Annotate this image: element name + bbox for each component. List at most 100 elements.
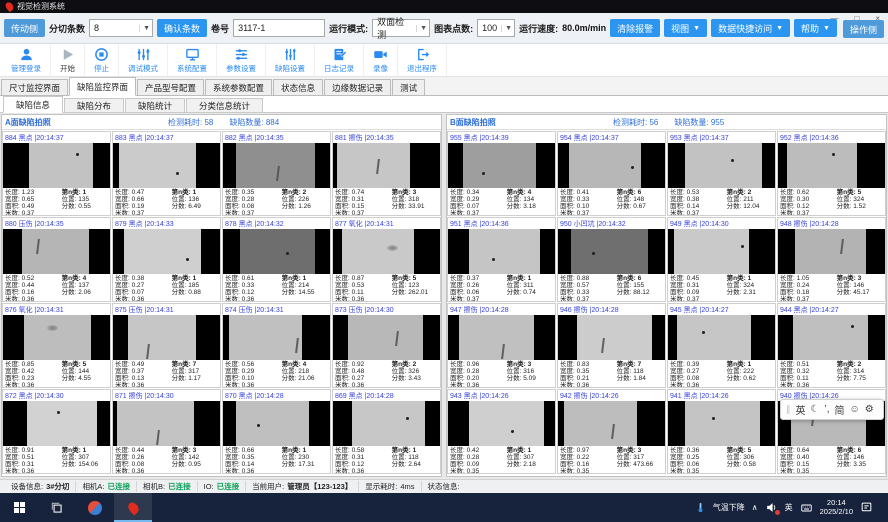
taskbar-app-sogou[interactable] — [76, 493, 114, 522]
weather-tray-text[interactable]: 气温下降 — [713, 502, 745, 513]
ime-simplified-toggle[interactable]: 简 — [834, 402, 844, 417]
defect-cell[interactable]: 874 压伤 |20:14:31长度: 0.56宽度: 0.29面积: 0.10… — [222, 303, 331, 388]
defect-cell[interactable]: 876 氧化 |20:14:31长度: 0.85宽度: 0.42面积: 0.23… — [2, 303, 111, 388]
defect-cell[interactable]: 949 黑点 |20:14:30长度: 0.45宽度: 0.31面积: 0.09… — [667, 217, 776, 302]
ime-fullhalf-toggle[interactable]: ☾ — [811, 404, 820, 415]
info-label: 第n类: — [837, 361, 856, 368]
defect-cell[interactable]: 877 氧化 |20:14:31长度: 0.87宽度: 0.53面积: 0.11… — [332, 217, 441, 302]
defect-cell[interactable]: 946 擦伤 |20:14:28长度: 0.83宽度: 0.35面积: 0.21… — [557, 303, 666, 388]
ime-punct-toggle[interactable]: ’, — [824, 404, 829, 415]
defect-cell[interactable]: 882 黑点 |20:14:35长度: 0.35宽度: 0.28面积: 0.08… — [222, 131, 331, 216]
ime-lang-toggle[interactable]: 英 — [796, 402, 806, 417]
tab-main-6[interactable]: 测试 — [392, 79, 425, 95]
play-icon — [60, 47, 75, 62]
minimize-button[interactable]: — — [830, 14, 838, 23]
defect-cell[interactable]: 950 小凹坑 |20:14:32长度: 0.88宽度: 0.57面积: 0.3… — [557, 217, 666, 302]
defect-count-value: 955 — [711, 118, 724, 127]
tool-log-button[interactable]: 日志记录 — [315, 44, 364, 76]
defect-cell[interactable]: 880 压伤 |20:14:35长度: 0.52宽度: 0.44面积: 0.16… — [2, 217, 111, 302]
tab-main-3[interactable]: 系统参数配置 — [205, 79, 272, 95]
tab-sub-2[interactable]: 缺陷统计 — [125, 98, 185, 112]
start-button[interactable] — [0, 493, 38, 522]
confirm-count-button[interactable]: 确认条数 — [157, 19, 207, 37]
defect-cell[interactable]: 883 黑点 |20:14:37长度: 0.47宽度: 0.66面积: 0.19… — [112, 131, 221, 216]
tab-main-4[interactable]: 状态信息 — [273, 79, 323, 95]
defect-time: |20:14:30 — [145, 393, 174, 400]
tool-user-button[interactable]: 管理登录 — [2, 44, 51, 76]
defect-time: |20:14:35 — [365, 135, 394, 142]
ime-drag-handle[interactable]: ∥ — [786, 404, 791, 415]
defect-cell[interactable]: 953 黑点 |20:14:37长度: 0.53宽度: 0.38面积: 0.14… — [667, 131, 776, 216]
info-label: 分数: — [392, 203, 407, 210]
ime-emoji-button[interactable]: ☺ — [849, 404, 859, 415]
hidden-icons-chevron[interactable]: ∧ — [752, 503, 758, 512]
tab-main-5[interactable]: 边缘数据记录 — [324, 79, 391, 95]
defect-type: 黑点 — [574, 135, 588, 142]
taskbar-app-detection[interactable] — [114, 493, 152, 522]
clear-alarm-button[interactable]: 清除报警 — [610, 19, 660, 37]
ime-keyboard-icon[interactable] — [800, 502, 813, 514]
defect-cell[interactable]: 944 黑点 |20:14:27长度: 0.51宽度: 0.32面积: 0.11… — [777, 303, 886, 388]
tool-hsliders-button[interactable]: 参数设置 — [217, 44, 266, 76]
info-value: 0.37 — [467, 210, 480, 215]
defect-cell[interactable]: 955 黑点 |20:14:39长度: 0.34宽度: 0.29面积: 0.07… — [447, 131, 556, 216]
chart-points-select[interactable]: 100▼ — [477, 19, 515, 37]
tab-sub-1[interactable]: 缺陷分布 — [64, 98, 124, 112]
language-indicator[interactable]: 英 — [785, 502, 793, 513]
defect-cell[interactable]: 884 黑点 |20:14:37长度: 1.23宽度: 0.65面积: 0.49… — [2, 131, 111, 216]
info-value: 118 — [633, 368, 643, 375]
info-value: 0.09 — [467, 461, 480, 468]
tab-sub-0[interactable]: 缺陷信息 — [3, 96, 63, 113]
data-quick-access-button[interactable]: 数据快捷访问▼ — [711, 19, 790, 37]
info-label: 第n类: — [507, 189, 526, 196]
tool-tune-button[interactable]: 调试模式 — [119, 44, 168, 76]
operate-side-button[interactable]: 操作侧 — [843, 20, 884, 38]
task-view-button[interactable] — [38, 493, 76, 522]
defect-cell[interactable]: 870 黑点 |20:14:28长度: 0.66宽度: 0.35面积: 0.14… — [222, 389, 331, 474]
info-value: 0.85 — [22, 361, 35, 368]
roll-number-input[interactable]: 3117-1 — [233, 19, 325, 37]
defect-info: 长度: 0.36宽度: 0.25面积: 0.06米数: 0.35第n类: 5位置… — [668, 446, 775, 473]
ime-settings-icon[interactable]: ⚙ — [865, 404, 874, 415]
tool-camera-button[interactable]: 录像 — [364, 44, 398, 76]
split-count-select[interactable]: 8▼ — [89, 19, 153, 37]
tab-sub-3[interactable]: 分类信息统计 — [186, 98, 263, 112]
drive-side-button[interactable]: 传动侧 — [4, 19, 45, 37]
defect-info-right: 第n类: 1位置: 222分数: 0.62 — [727, 361, 773, 386]
info-value: 0.26 — [467, 282, 480, 289]
tool-exit-button[interactable]: 退出程序 — [398, 44, 447, 76]
tab-main-2[interactable]: 产品型号配置 — [137, 79, 204, 95]
defect-cell[interactable]: 878 黑点 |20:14:32长度: 0.61宽度: 0.33面积: 0.12… — [222, 217, 331, 302]
defect-cell[interactable]: 948 擦伤 |20:14:28长度: 1.05宽度: 0.24面积: 0.18… — [777, 217, 886, 302]
defect-cell[interactable]: 943 黑点 |20:14:26长度: 0.42宽度: 0.28面积: 0.09… — [447, 389, 556, 474]
tab-main-1[interactable]: 缺陷监控界面 — [69, 77, 136, 96]
defect-cell[interactable]: 942 擦伤 |20:14:26长度: 0.97宽度: 0.22面积: 0.16… — [557, 389, 666, 474]
defect-cell[interactable]: 951 黑点 |20:14:36长度: 0.37宽度: 0.26面积: 0.06… — [447, 217, 556, 302]
tool-vsliders-button[interactable]: 缺陷设置 — [266, 44, 315, 76]
volume-button[interactable] — [765, 501, 778, 514]
tab-main-0[interactable]: 尺寸监控界面 — [1, 79, 68, 95]
defect-cell[interactable]: 869 黑点 |20:14:28长度: 0.58宽度: 0.31面积: 0.12… — [332, 389, 441, 474]
defect-cell[interactable]: 945 黑点 |20:14:27长度: 0.39宽度: 0.27面积: 0.08… — [667, 303, 776, 388]
defect-cell[interactable]: 875 压伤 |20:14:31长度: 0.49宽度: 0.37面积: 0.13… — [112, 303, 221, 388]
defect-number: 951 — [450, 221, 462, 228]
tool-play-button[interactable]: 开始 — [51, 44, 85, 76]
info-line: 宽度: 0.31 — [670, 282, 727, 289]
tool-stop-button[interactable]: 停止 — [85, 44, 119, 76]
taskbar-clock[interactable]: 20:14 2025/2/10 — [820, 499, 853, 516]
chevron-down-icon: ▼ — [501, 25, 512, 32]
defect-cell[interactable]: 872 黑点 |20:14:30长度: 0.91宽度: 0.51面积: 0.31… — [2, 389, 111, 474]
defect-cell[interactable]: 879 黑点 |20:14:33长度: 0.38宽度: 0.27面积: 0.07… — [112, 217, 221, 302]
defect-cell[interactable]: 947 擦伤 |20:14:28长度: 0.96宽度: 0.28面积: 0.20… — [447, 303, 556, 388]
action-center-icon[interactable] — [860, 501, 873, 514]
run-mode-select[interactable]: 双面检测▼ — [372, 19, 430, 37]
defect-cell[interactable]: 871 擦伤 |20:14:30长度: 0.44宽度: 0.26面积: 0.08… — [112, 389, 221, 474]
tool-monitor-button[interactable]: 系统配置 — [168, 44, 217, 76]
defect-cell[interactable]: 952 黑点 |20:14:36长度: 0.62宽度: 0.30面积: 0.12… — [777, 131, 886, 216]
defect-cell[interactable]: 954 黑点 |20:14:37长度: 0.41宽度: 0.33面积: 0.10… — [557, 131, 666, 216]
ime-toolbar[interactable]: ∥ 英 ☾ ’, 简 ☺ ⚙ — [780, 399, 884, 420]
defect-cell[interactable]: 873 压伤 |20:14:30长度: 0.92宽度: 0.48面积: 0.27… — [332, 303, 441, 388]
defect-cell[interactable]: 881 擦伤 |20:14:35长度: 0.74宽度: 0.31面积: 0.15… — [332, 131, 441, 216]
view-menu-button[interactable]: 视图▼ — [664, 19, 707, 37]
defect-cell[interactable]: 941 黑点 |20:14:26长度: 0.36宽度: 0.25面积: 0.06… — [667, 389, 776, 474]
